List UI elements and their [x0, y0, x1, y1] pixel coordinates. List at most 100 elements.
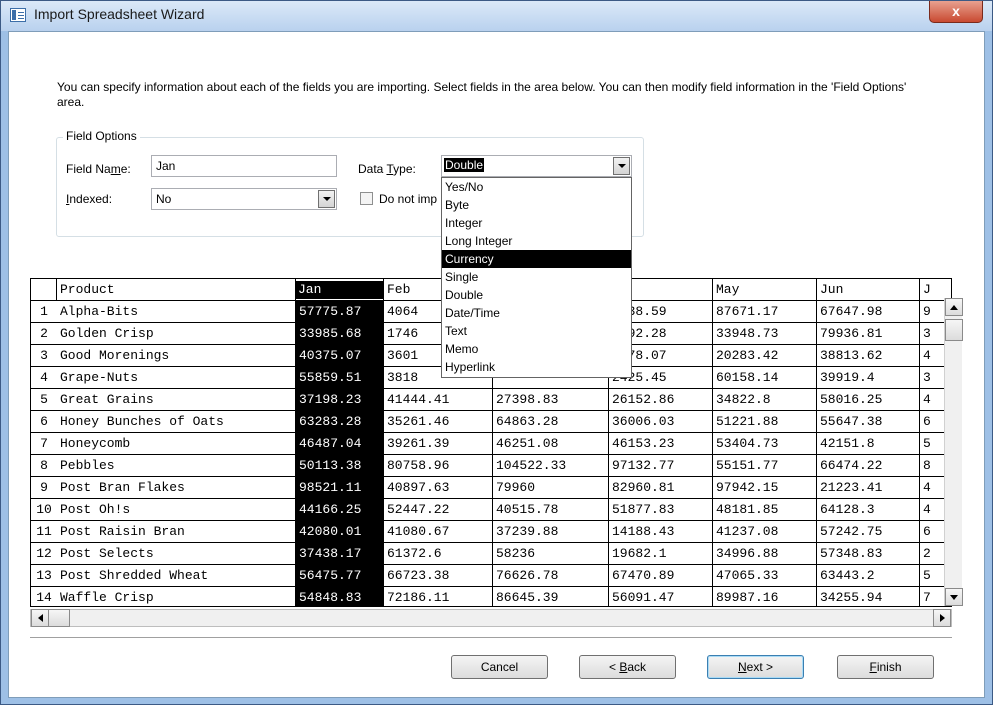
grid-cell-jul[interactable]: 9 — [923, 301, 931, 323]
column-header-product[interactable]: Product — [60, 281, 115, 299]
grid-cell-jun[interactable]: 21223.41 — [820, 477, 882, 499]
grid-cell-mar[interactable]: 64863.28 — [496, 411, 558, 433]
grid-cell-jul[interactable]: 6 — [923, 411, 931, 433]
column-header-jul[interactable]: J — [923, 281, 931, 299]
grid-cell-may[interactable]: 48181.85 — [716, 499, 778, 521]
data-type-dropdown-button[interactable] — [613, 157, 630, 175]
grid-cell-mar[interactable]: 76626.78 — [496, 565, 558, 587]
grid-cell-jul[interactable]: 3 — [923, 367, 931, 389]
grid-cell-may[interactable]: 41237.08 — [716, 521, 778, 543]
grid-cell-mar[interactable]: 40515.78 — [496, 499, 558, 521]
grid-cell-feb[interactable]: 52447.22 — [387, 499, 449, 521]
grid-cell-may[interactable]: 34996.88 — [716, 543, 778, 565]
data-type-option[interactable]: Memo — [442, 340, 631, 358]
grid-cell-apr[interactable]: 97132.77 — [612, 455, 674, 477]
grid-cell-product[interactable]: Post Selects — [60, 543, 154, 565]
grid-cell-apr[interactable]: 36006.03 — [612, 411, 674, 433]
grid-cell-jan[interactable]: 63283.28 — [299, 411, 361, 433]
column-header-jun[interactable]: Jun — [820, 281, 843, 299]
grid-cell-jul[interactable]: 5 — [923, 433, 931, 455]
grid-cell-jun[interactable]: 55647.38 — [820, 411, 882, 433]
grid-cell-jul[interactable]: 4 — [923, 477, 931, 499]
field-name-input[interactable]: Jan — [151, 155, 337, 177]
data-type-dropdown-list[interactable]: Yes/No Byte Integer Long Integer Currency Sin… — [441, 177, 632, 378]
grid-cell-jan[interactable]: 40375.07 — [299, 345, 361, 367]
grid-cell-product[interactable]: Waffle Crisp — [60, 587, 154, 606]
data-type-option[interactable]: Double — [442, 286, 631, 304]
grid-cell-jun[interactable]: 63443.2 — [820, 565, 875, 587]
grid-cell-jan[interactable]: 54848.83 — [299, 587, 361, 606]
grid-cell-mar[interactable]: 27398.83 — [496, 389, 558, 411]
grid-cell-product[interactable]: Post Shredded Wheat — [60, 565, 208, 587]
grid-cell-product[interactable]: Post Oh!s — [60, 499, 130, 521]
horizontal-scrollbar[interactable] — [30, 609, 952, 627]
grid-cell-apr[interactable]: 51877.83 — [612, 499, 674, 521]
finish-button[interactable]: Finish — [837, 655, 934, 679]
grid-cell-feb[interactable]: 41444.41 — [387, 389, 449, 411]
grid-cell-may[interactable]: 97942.15 — [716, 477, 778, 499]
scroll-down-button[interactable] — [945, 588, 963, 606]
scroll-right-button[interactable] — [933, 609, 951, 627]
grid-cell-mar[interactable]: 104522.33 — [496, 455, 566, 477]
grid-cell-feb[interactable]: 66723.38 — [387, 565, 449, 587]
data-type-option[interactable]: Integer — [442, 214, 631, 232]
grid-cell-jan[interactable]: 50113.38 — [299, 455, 361, 477]
grid-cell-may[interactable]: 33948.73 — [716, 323, 778, 345]
close-button[interactable]: x — [929, 1, 983, 23]
grid-cell-jan[interactable]: 98521.11 — [299, 477, 361, 499]
indexed-combo[interactable]: No — [151, 188, 337, 210]
indexed-dropdown-button[interactable] — [318, 190, 335, 208]
grid-cell-feb[interactable]: 35261.46 — [387, 411, 449, 433]
vertical-scroll-thumb[interactable] — [945, 319, 963, 341]
grid-cell-feb[interactable]: 1746 — [387, 323, 418, 345]
grid-cell-product[interactable]: Honey Bunches of Oats — [60, 411, 224, 433]
grid-cell-jul[interactable]: 4 — [923, 389, 931, 411]
grid-cell-apr[interactable]: 56091.47 — [612, 587, 674, 606]
data-type-option[interactable]: Byte — [442, 196, 631, 214]
grid-cell-may[interactable]: 34822.8 — [716, 389, 771, 411]
scroll-left-button[interactable] — [31, 609, 49, 627]
grid-cell-apr[interactable]: 67470.89 — [612, 565, 674, 587]
grid-cell-may[interactable]: 47065.33 — [716, 565, 778, 587]
data-type-option[interactable]: Single — [442, 268, 631, 286]
grid-cell-apr[interactable]: 14188.43 — [612, 521, 674, 543]
scroll-up-button[interactable] — [945, 298, 963, 316]
grid-cell-feb[interactable]: 39261.39 — [387, 433, 449, 455]
grid-cell-jan[interactable]: 56475.77 — [299, 565, 361, 587]
grid-cell-may[interactable]: 53404.73 — [716, 433, 778, 455]
grid-cell-feb[interactable]: 4064 — [387, 301, 418, 323]
data-type-option[interactable]: Text — [442, 322, 631, 340]
grid-cell-jun[interactable]: 39919.4 — [820, 367, 875, 389]
grid-cell-jun[interactable]: 66474.22 — [820, 455, 882, 477]
grid-cell-product[interactable]: Post Bran Flakes — [60, 477, 185, 499]
cancel-button[interactable]: Cancel — [451, 655, 548, 679]
grid-cell-may[interactable]: 87671.17 — [716, 301, 778, 323]
grid-cell-jun[interactable]: 64128.3 — [820, 499, 875, 521]
grid-cell-jan[interactable]: 44166.25 — [299, 499, 361, 521]
grid-cell-feb[interactable]: 3601 — [387, 345, 418, 367]
grid-cell-product[interactable]: Pebbles — [60, 455, 115, 477]
grid-cell-jun[interactable]: 42151.8 — [820, 433, 875, 455]
grid-cell-apr[interactable]: 26152.86 — [612, 389, 674, 411]
grid-cell-jun[interactable]: 57348.83 — [820, 543, 882, 565]
grid-cell-may[interactable]: 60158.14 — [716, 367, 778, 389]
grid-cell-product[interactable]: Honeycomb — [60, 433, 130, 455]
grid-cell-jun[interactable]: 38813.62 — [820, 345, 882, 367]
grid-cell-feb[interactable]: 3818 — [387, 367, 418, 389]
do-not-import-checkbox[interactable] — [360, 192, 373, 205]
grid-cell-jan[interactable]: 55859.51 — [299, 367, 361, 389]
next-button[interactable]: Next > — [707, 655, 804, 679]
grid-cell-product[interactable]: Good Morenings — [60, 345, 169, 367]
grid-cell-jul[interactable]: 2 — [923, 543, 931, 565]
grid-cell-jul[interactable]: 7 — [923, 587, 931, 606]
grid-cell-mar[interactable]: 79960 — [496, 477, 535, 499]
grid-cell-apr[interactable]: 19682.1 — [612, 543, 667, 565]
grid-cell-jan[interactable]: 46487.04 — [299, 433, 361, 455]
data-type-option[interactable]: Currency — [442, 250, 631, 268]
grid-cell-jan[interactable]: 37198.23 — [299, 389, 361, 411]
grid-cell-jan[interactable]: 33985.68 — [299, 323, 361, 345]
grid-cell-jun[interactable]: 34255.94 — [820, 587, 882, 606]
grid-cell-may[interactable]: 20283.42 — [716, 345, 778, 367]
grid-cell-jul[interactable]: 8 — [923, 455, 931, 477]
grid-cell-mar[interactable]: 86645.39 — [496, 587, 558, 606]
